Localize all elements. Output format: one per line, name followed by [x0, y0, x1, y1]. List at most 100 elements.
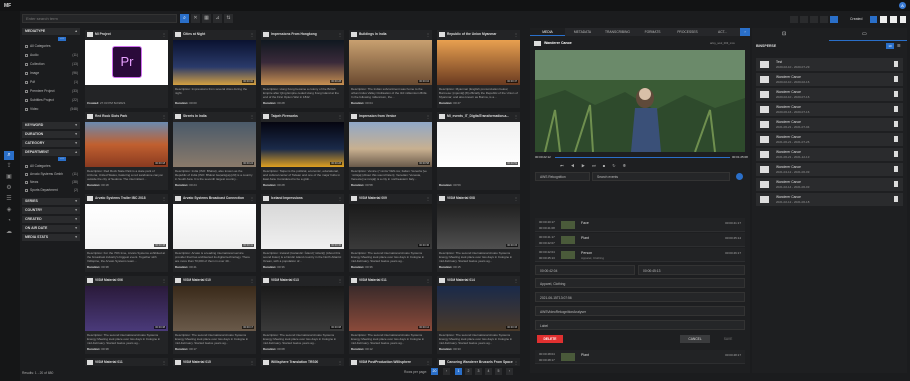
source-field[interactable]: AWSVideoRekognitionAnalyser [535, 306, 745, 316]
card-thumbnail[interactable]: 00:00:04 [349, 40, 432, 85]
trash-icon[interactable] [894, 91, 898, 97]
facet-option[interactable]: Sports Department (2) [25, 187, 78, 193]
upload-icon[interactable]: ⇪ [4, 162, 14, 171]
checkbox[interactable] [25, 44, 28, 48]
more-options-icon[interactable]: ⋮ [514, 114, 518, 119]
clear-icon[interactable]: ✕ [191, 14, 200, 23]
add-event-icon[interactable] [736, 173, 743, 180]
new-folder-icon[interactable] [880, 16, 887, 23]
more-options-icon[interactable]: ⋮ [338, 278, 342, 283]
checkbox[interactable] [25, 188, 28, 192]
more-options-icon[interactable]: ⋮ [250, 114, 254, 119]
detail-view-icon[interactable] [800, 16, 808, 23]
card-thumbnail[interactable]: 00:00:28 [261, 122, 344, 167]
search-input[interactable]: Enter search term [22, 14, 177, 23]
facet-department[interactable]: DEPARTMENT ▴ [22, 149, 80, 156]
cloud-icon[interactable]: ☁ [4, 228, 14, 237]
tc-in-field[interactable]: 00:00:42:04 [535, 265, 635, 275]
checkbox[interactable] [25, 180, 28, 184]
trash-icon[interactable] [894, 151, 898, 157]
trash-icon[interactable] [894, 196, 898, 202]
facet-keyword[interactable]: KEYWORD ▾ [22, 122, 80, 129]
more-options-icon[interactable]: ⋮ [426, 278, 430, 283]
more-options-icon[interactable]: ⋮ [338, 196, 342, 201]
more-options-icon[interactable]: ⋮ [250, 278, 254, 283]
more-options-icon[interactable]: ⋮ [426, 32, 430, 37]
more-options-icon[interactable]: ⋮ [514, 360, 518, 365]
facet-option[interactable]: All Categories [25, 163, 78, 169]
list-view-icon[interactable] [790, 16, 798, 23]
facet-series[interactable]: SERIES ▾ [22, 198, 80, 205]
more-options-icon[interactable]: ⋮ [338, 32, 342, 37]
card-thumbnail[interactable]: 00:00:47 [437, 40, 520, 85]
more-options-icon[interactable]: ⋮ [250, 360, 254, 365]
bin-item[interactable]: Wanderer Canoe 2021-02-12 - 2021-06-18 [756, 193, 903, 206]
more-options-icon[interactable]: ⋮ [338, 360, 342, 365]
trash-icon[interactable] [894, 166, 898, 172]
card-thumbnail[interactable]: 00:00:00 [173, 40, 256, 85]
trash-icon[interactable] [894, 76, 898, 82]
asset-card[interactable]: Arvato Systems Broadcast Connection ⋮ 00:0… [173, 194, 256, 272]
facet-on-air-date[interactable]: ON AIR DATE ▾ [22, 225, 80, 232]
search-icon[interactable]: ⌕ [4, 151, 14, 160]
facet-option[interactable]: Video (548) [25, 106, 78, 112]
user-avatar[interactable]: A [899, 2, 906, 9]
delete-button[interactable]: DELETE [537, 335, 563, 343]
page-button[interactable]: 5 [495, 368, 502, 375]
page-button[interactable]: 1 [455, 368, 462, 375]
card-thumbnail[interactable]: 00:00:08 [261, 286, 344, 331]
save-button[interactable]: SAVE [714, 335, 742, 343]
more-options-icon[interactable]: ⋮ [162, 278, 166, 283]
more-options-icon[interactable]: ⋮ [162, 196, 166, 201]
bins-tab-icon[interactable]: ⊡ [782, 31, 786, 37]
card-thumbnail[interactable]: 00:00:36 [349, 204, 432, 249]
asset-card[interactable]: VISM Material 006 ⋮ 00:00:38 Description: T… [85, 276, 168, 354]
card-thumbnail[interactable]: 00:00:38 [85, 204, 168, 249]
bin-item[interactable]: Test 2020-02-10 - 2020-07-29 [756, 58, 903, 71]
facet-search-pill[interactable]: ⌕ ▾ [58, 37, 66, 41]
more-options-icon[interactable]: ⋮ [426, 114, 430, 119]
tile-view-icon[interactable] [810, 16, 818, 23]
asset-card[interactable]: Impression from Venice ⋮ 00:00:58 Descripti… [349, 112, 432, 190]
card-thumbnail[interactable]: 00:00:36 [261, 204, 344, 249]
asset-card[interactable]: Republic of the Union Myanmar ⋮ 00:00:47 De… [437, 30, 520, 108]
folder-icon[interactable]: ▣ [4, 173, 14, 182]
checkbox[interactable] [25, 71, 28, 75]
more-options-icon[interactable]: ⋮ [426, 360, 430, 365]
facet-option[interactable]: Arvato Systems Gmbh (11) [25, 171, 78, 177]
checkbox[interactable] [25, 89, 28, 93]
rows-per-page-select[interactable]: 20 [431, 368, 438, 375]
trash-icon[interactable] [894, 121, 898, 127]
facet-media-stats[interactable]: MEDIA STATS ▾ [22, 234, 80, 241]
facet-option[interactable]: All Categories [25, 43, 78, 49]
trash-icon[interactable] [894, 106, 898, 112]
tab-2[interactable]: TRANSCRIBING [600, 28, 635, 36]
checkbox[interactable] [25, 80, 28, 84]
asset-card[interactable]: Impressions From Hongkong ⋮ 00:00:28 Descri… [261, 30, 344, 108]
card-thumbnail[interactable]: 00:00:33 [437, 286, 520, 331]
checkbox[interactable] [25, 98, 28, 102]
grid-view-active-icon[interactable] [830, 16, 838, 23]
asset-card[interactable]: Arvato Systems Trailer IBC 2018 ⋮ 00:00:38… [85, 194, 168, 272]
card-thumbnail[interactable]: 00:00:58 [349, 122, 432, 167]
facet-option[interactable]: Collection (13) [25, 61, 78, 67]
asset-card[interactable]: VISM Material 014 ⋮ 00:00:33 Description: T… [437, 276, 520, 354]
more-options-icon[interactable]: ⋮ [338, 114, 342, 119]
next-page-icon[interactable]: › [506, 368, 513, 375]
label-field[interactable]: Label [535, 320, 745, 330]
facet-option[interactable]: Pdf (1) [25, 79, 78, 85]
tab-1[interactable]: METADATA [565, 28, 600, 36]
tab-0[interactable]: MEDIA [530, 28, 565, 36]
asset-card[interactable]: MI Project ⋮ Pr Created: 27.03 PM 6/2/2021 [85, 30, 168, 108]
more-options-icon[interactable]: ⋮ [426, 196, 430, 201]
page-button[interactable]: 3 [475, 368, 482, 375]
tab-4[interactable]: PROCESSES [670, 28, 705, 36]
more-options-icon[interactable]: ⋮ [162, 114, 166, 119]
more-options-icon[interactable]: ⋮ [514, 278, 518, 283]
analysis-select[interactable]: AWS Rekognition [535, 172, 590, 181]
checkbox[interactable] [25, 164, 28, 168]
bin-item[interactable]: Wanderer Canoe 2021-06-21 - 2021-07-04 [756, 118, 903, 131]
compact-view-icon[interactable] [820, 16, 828, 23]
asset-card[interactable]: Streets In India ⋮ 00:00:24 Description: In… [173, 112, 256, 190]
asset-card[interactable]: Iceland Impressions ⋮ 00:00:36 Description:… [261, 194, 344, 272]
